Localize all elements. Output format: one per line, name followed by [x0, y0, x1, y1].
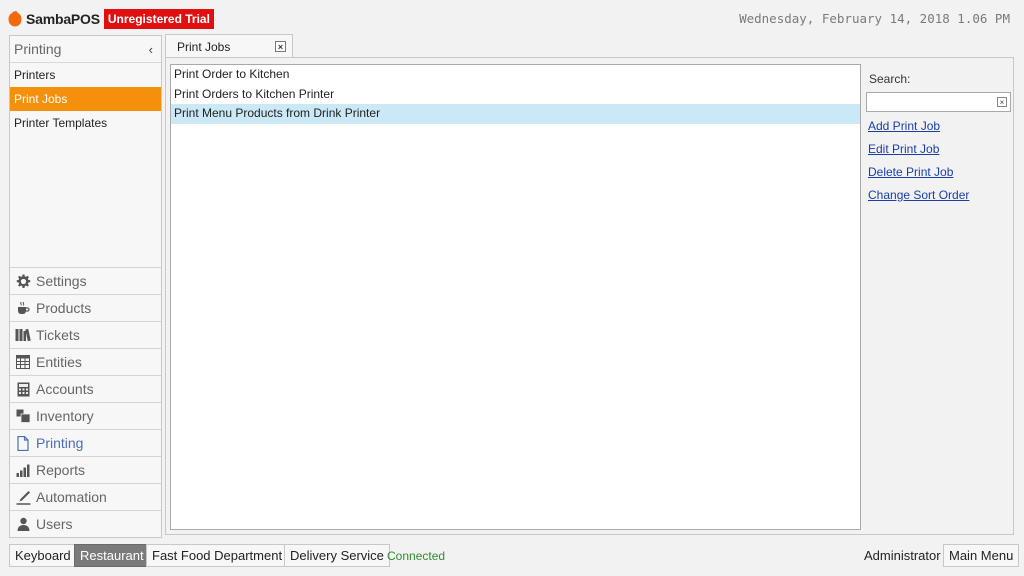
fast-food-department-button[interactable]: Fast Food Department	[146, 544, 289, 567]
module-label: Reports	[36, 462, 86, 478]
bar-chart-icon	[15, 462, 31, 478]
module-label: Settings	[36, 273, 87, 289]
module-entities[interactable]: Entities	[10, 348, 161, 375]
module-label: Products	[36, 300, 92, 316]
sub-item-printer-templates[interactable]: Printer Templates	[10, 111, 161, 135]
collapse-icon[interactable]: ‹	[149, 42, 153, 57]
document-icon	[15, 435, 31, 451]
keyboard-button[interactable]: Keyboard	[9, 544, 77, 567]
module-tickets[interactable]: Tickets	[10, 321, 161, 348]
gear-icon	[15, 273, 31, 289]
clear-search-icon[interactable]: ×	[997, 97, 1007, 107]
main-menu-button[interactable]: Main Menu	[943, 544, 1020, 567]
sub-item-list: Printers Print Jobs Printer Templates	[10, 63, 161, 135]
clock: Wednesday, February 14, 2018 1.06 PM	[739, 11, 1010, 26]
module-users[interactable]: Users	[10, 510, 161, 537]
module-reports[interactable]: Reports	[10, 456, 161, 483]
module-label: Accounts	[36, 381, 94, 397]
module-label: Tickets	[36, 327, 80, 343]
add-print-job-link[interactable]: Add Print Job	[868, 115, 1012, 138]
app-logo: SambaPOS Unregistered Trial	[8, 9, 214, 29]
module-products[interactable]: Products	[10, 294, 161, 321]
boxes-icon	[15, 408, 31, 424]
search-box: ×	[866, 92, 1011, 112]
nav-panel: Printing ‹ Printers Print Jobs Printer T…	[9, 35, 162, 538]
list-item[interactable]: Print Order to Kitchen	[171, 65, 860, 85]
close-icon[interactable]: ×	[275, 41, 286, 52]
print-job-list: Print Order to Kitchen Print Orders to K…	[170, 64, 861, 530]
module-label: Entities	[36, 354, 82, 370]
module-label: Users	[36, 516, 73, 532]
status-bar: Keyboard Restaurant Fast Food Department…	[0, 541, 1024, 571]
list-item[interactable]: Print Orders to Kitchen Printer	[171, 85, 860, 105]
table-icon	[15, 354, 31, 370]
title-bar: SambaPOS Unregistered Trial Wednesday, F…	[0, 0, 1024, 36]
sub-item-print-jobs[interactable]: Print Jobs	[10, 87, 161, 111]
module-automation[interactable]: Automation	[10, 483, 161, 510]
action-links: Add Print Job Edit Print Job Delete Prin…	[866, 115, 1012, 207]
module-inventory[interactable]: Inventory	[10, 402, 161, 429]
calculator-icon	[15, 381, 31, 397]
list-item-selected[interactable]: Print Menu Products from Drink Printer	[171, 104, 860, 124]
books-icon	[15, 327, 31, 343]
search-label: Search:	[869, 72, 911, 86]
module-printing[interactable]: Printing	[10, 429, 161, 456]
delete-print-job-link[interactable]: Delete Print Job	[868, 161, 1012, 184]
module-accounts[interactable]: Accounts	[10, 375, 161, 402]
search-input[interactable]	[867, 93, 995, 111]
sub-item-printers[interactable]: Printers	[10, 63, 161, 87]
trial-badge: Unregistered Trial	[103, 9, 214, 29]
nav-section-title: Printing	[14, 41, 62, 57]
connection-status: Connected	[387, 549, 446, 563]
tab-label: Print Jobs	[177, 39, 231, 54]
restaurant-button[interactable]: Restaurant	[74, 544, 150, 567]
module-label: Printing	[36, 435, 84, 451]
coffee-cup-icon	[15, 300, 31, 316]
sambapos-logo-icon	[8, 11, 22, 27]
user-icon	[15, 516, 31, 532]
edit-print-job-link[interactable]: Edit Print Job	[868, 138, 1012, 161]
module-label: Automation	[36, 489, 107, 505]
tab-print-jobs[interactable]: Print Jobs ×	[165, 34, 293, 58]
user-name: Administrator	[864, 548, 941, 563]
side-panel: Search: × Add Print Job Edit Print Job D…	[866, 64, 1012, 207]
module-settings[interactable]: Settings	[10, 267, 161, 294]
change-sort-order-link[interactable]: Change Sort Order	[868, 184, 1012, 207]
pen-icon	[15, 489, 31, 505]
app-name: SambaPOS	[26, 11, 100, 27]
nav-section-header: Printing ‹	[10, 36, 161, 63]
module-list: Settings Products Tickets Entities Accou…	[10, 267, 161, 537]
content-area: Print Order to Kitchen Print Orders to K…	[165, 57, 1014, 535]
module-label: Inventory	[36, 408, 94, 424]
delivery-service-button[interactable]: Delivery Service	[284, 544, 390, 567]
